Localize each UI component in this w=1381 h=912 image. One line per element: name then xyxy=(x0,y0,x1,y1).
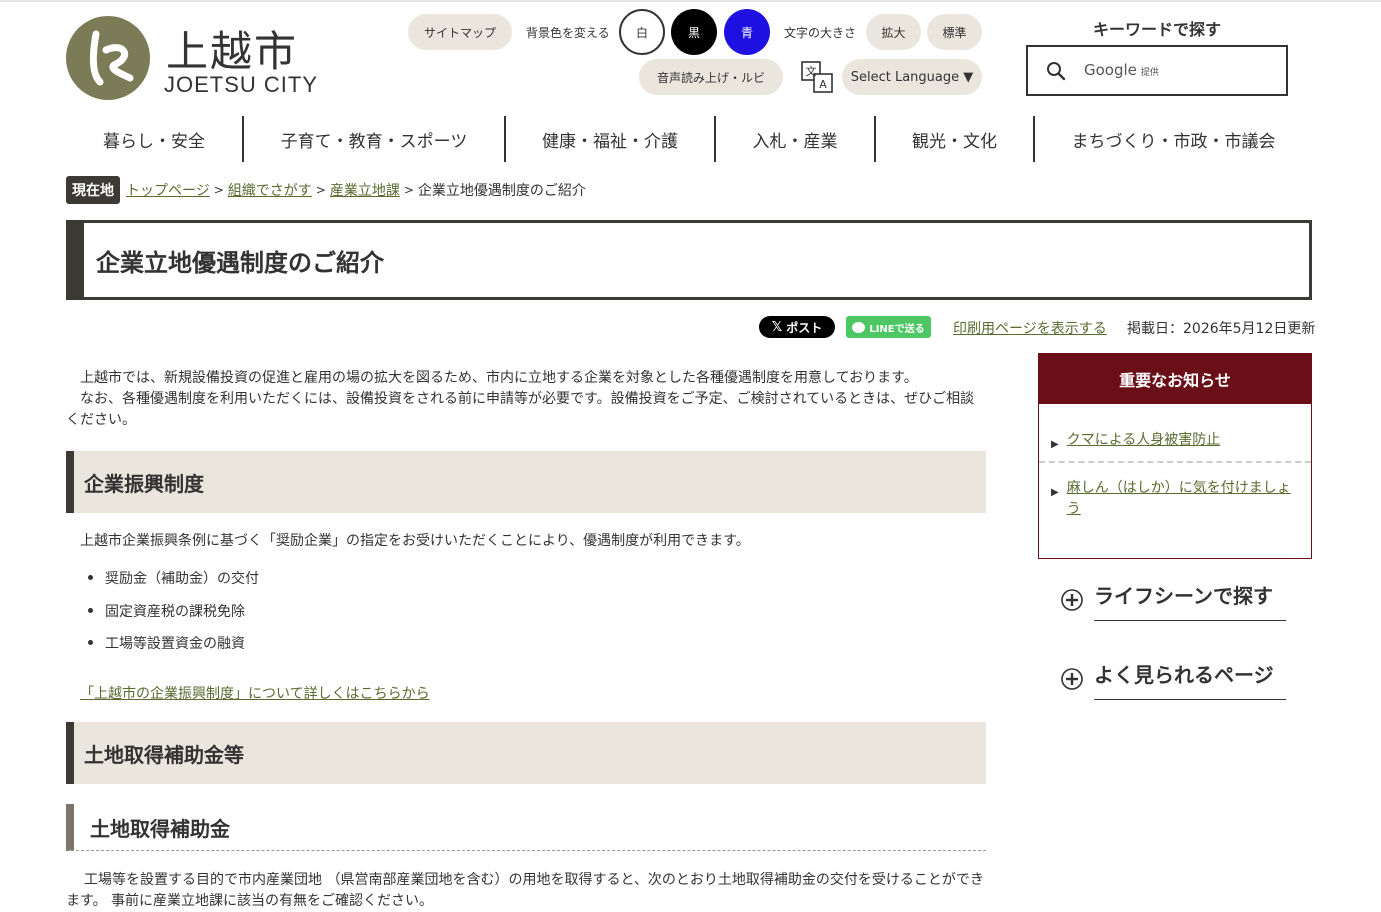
nav-item-childcare-education[interactable]: 子育て・教育・スポーツ xyxy=(242,116,504,162)
life-scene-label: ライフシーンで探す xyxy=(1094,584,1273,608)
intro-text: 上越市では、新規設備投資の促進と雇用の場の拡大を図るため、市内に立地する企業を対… xyxy=(66,368,986,431)
notice-link-measles[interactable]: 麻しん（はしか）に気を付けましょう xyxy=(1067,478,1301,520)
nav-item-health-welfare[interactable]: 健康・福祉・介護 xyxy=(504,116,714,162)
google-watermark: Google 提供 xyxy=(1084,61,1159,79)
plus-circle-icon xyxy=(1060,667,1084,691)
section1-bullet-list: 奨励金（補助金）の交付 固定資産税の課税免除 工場等設置資金の融資 xyxy=(88,568,259,666)
notice-divider xyxy=(1039,461,1311,463)
bg-blue-button[interactable]: 青 xyxy=(724,9,770,55)
breadcrumb-link-top[interactable]: トップページ xyxy=(126,180,210,200)
breadcrumb-link-org[interactable]: 組織でさがす xyxy=(228,180,312,200)
bg-black-button[interactable]: 黒 xyxy=(671,9,717,55)
search-input[interactable]: Google 提供 xyxy=(1026,45,1288,96)
select-language-button[interactable]: Select Language ▼ xyxy=(842,59,982,95)
breadcrumb-here-badge: 現在地 xyxy=(66,175,120,204)
nav-item-tourism-culture[interactable]: 観光・文化 xyxy=(874,116,1033,162)
share-line-button[interactable]: LINEで送る xyxy=(846,316,931,338)
nav-item-bidding-industry[interactable]: 入札・産業 xyxy=(714,116,874,162)
nav-item-life-safety[interactable]: 暮らし・安全 xyxy=(66,116,242,162)
popular-pages-underline xyxy=(1094,699,1286,700)
x-logo-icon: 𝕏 xyxy=(771,319,783,335)
logo-english-text: JOETSU CITY xyxy=(164,72,319,97)
bg-color-label: 背景色を変える xyxy=(526,26,610,40)
breadcrumb-separator: > xyxy=(213,182,224,197)
intro-paragraph-2: なお、各種優遇制度を利用いただくには、設備投資をされる前に申請等が必要です。設備… xyxy=(66,391,975,428)
section-heading-land-subsidy: 土地取得補助金等 xyxy=(66,722,986,784)
breadcrumb-link-dept[interactable]: 産業立地課 xyxy=(330,180,400,200)
important-notice-box: 重要なお知らせ ▶ クマによる人身被害防止 ▶ 麻しん（はしか）に気を付けましょ… xyxy=(1038,353,1312,559)
triangle-right-icon: ▶ xyxy=(1051,487,1059,498)
important-notice-title: 重要なお知らせ xyxy=(1039,354,1311,404)
popular-pages-label: よく見られるページ xyxy=(1094,663,1274,687)
updated-date: 掲載日：2026年5月12日更新 xyxy=(1127,321,1316,337)
popular-pages-toggle[interactable]: よく見られるページ xyxy=(1060,655,1288,705)
read-aloud-button[interactable]: 音声読み上げ・ルビ xyxy=(639,59,783,95)
intro-paragraph-1: 上越市では、新規設備投資の促進と雇用の場の拡大を図るため、市内に立地する企業を対… xyxy=(80,370,918,386)
triangle-right-icon: ▶ xyxy=(1051,439,1059,450)
page-title-box: 企業立地優遇制度のご紹介 xyxy=(66,220,1312,300)
breadcrumb-separator: > xyxy=(403,182,414,197)
notice-link-bear[interactable]: クマによる人身被害防止 xyxy=(1067,430,1221,455)
bg-white-button[interactable]: 白 xyxy=(619,9,665,55)
breadcrumb-separator: > xyxy=(315,182,326,197)
list-item: 工場等設置資金の融資 xyxy=(88,633,259,666)
section2-text: 工場等を設置する目的で市内産業団地 （県営南部産業団地を含む）の用地を取得すると… xyxy=(66,872,984,909)
breadcrumb-current: 企業立地優遇制度のご紹介 xyxy=(417,182,586,199)
share-x-label: ポスト xyxy=(786,320,823,335)
section-heading-business-promotion: 企業振興制度 xyxy=(66,451,986,513)
life-scene-toggle[interactable]: ライフシーンで探す xyxy=(1060,576,1288,626)
life-scene-underline xyxy=(1094,620,1286,621)
share-x-button[interactable]: 𝕏 ポスト xyxy=(759,316,835,338)
share-line-label: LINEで送る xyxy=(869,323,925,335)
google-provided-label: 提供 xyxy=(1140,68,1159,78)
text-standard-button[interactable]: 標準 xyxy=(927,14,982,50)
keyword-search-title: キーワードで探す xyxy=(1092,20,1221,39)
line-logo-icon xyxy=(852,321,866,333)
list-item: 固定資産税の課税免除 xyxy=(88,601,259,634)
text-enlarge-button[interactable]: 拡大 xyxy=(866,14,921,50)
breadcrumb: 現在地 トップページ > 組織でさがす > 産業立地課 > 企業立地優遇制度のご… xyxy=(66,175,586,204)
plus-circle-icon xyxy=(1060,588,1084,612)
business-promotion-detail-link[interactable]: 「上越市の企業振興制度」について詳しくはこちらから xyxy=(80,683,430,703)
notice-item: ▶ 麻しん（はしか）に気を付けましょう xyxy=(1051,478,1301,520)
logo-kanji-text: 上越市 xyxy=(166,27,299,76)
text-size-label: 文字の大きさ xyxy=(784,26,857,40)
print-page-link[interactable]: 印刷用ページを表示する xyxy=(953,318,1107,338)
section1-text: 上越市企業振興条例に基づく「奨励企業」の指定をお受けいただくことにより、優遇制度… xyxy=(80,533,750,549)
global-nav: 暮らし・安全 子育て・教育・スポーツ 健康・福祉・介護 入札・産業 観光・文化 … xyxy=(66,116,1312,162)
google-label: Google xyxy=(1084,61,1137,79)
svg-text:A: A xyxy=(819,78,827,91)
nav-item-city-planning[interactable]: まちづくり・市政・市議会 xyxy=(1033,116,1312,162)
list-item: 奨励金（補助金）の交付 xyxy=(88,568,259,601)
translate-icon: 文 A xyxy=(800,60,834,94)
svg-text:文: 文 xyxy=(806,64,817,78)
top-border xyxy=(0,0,1381,2)
notice-item: ▶ クマによる人身被害防止 xyxy=(1051,430,1301,455)
page-title: 企業立地優遇制度のご紹介 xyxy=(96,248,384,277)
subsection-heading-land-acquisition: 土地取得補助金 xyxy=(66,804,986,851)
sitemap-button[interactable]: サイトマップ xyxy=(408,14,512,50)
search-icon[interactable] xyxy=(1046,61,1066,81)
city-emblem-icon xyxy=(66,16,150,100)
site-logo[interactable]: 上越市 JOETSU CITY xyxy=(66,16,326,102)
